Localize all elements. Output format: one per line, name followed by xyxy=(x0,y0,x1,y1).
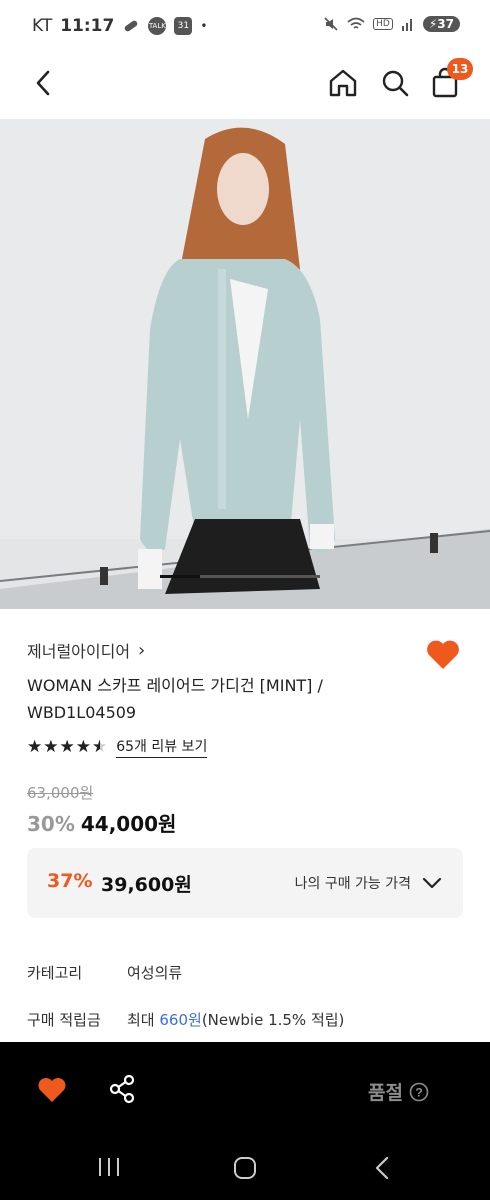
home-icon[interactable] xyxy=(326,66,360,100)
status-right: HD ⚡37 xyxy=(323,16,460,32)
sale-price: 44,000원 xyxy=(80,812,177,836)
link-icon xyxy=(125,20,138,32)
clock: 11:17 xyxy=(60,16,115,36)
hd-icon: HD xyxy=(373,18,393,30)
mute-icon xyxy=(324,17,338,31)
product-name: WOMAN 스카프 레이어드 가디건 [MINT] / WBD1L04509 xyxy=(27,676,323,722)
points-amount: 660원 xyxy=(159,1011,202,1029)
soldout-text: 품절 xyxy=(368,1082,403,1104)
favorite-heart-icon[interactable] xyxy=(424,636,462,672)
battery-indicator: ⚡37 xyxy=(422,16,460,32)
category-row: 카테고리 여성의류 xyxy=(27,962,182,983)
help-icon[interactable]: ? xyxy=(409,1082,429,1102)
star-rating: ★★★★★ ★★★★★ xyxy=(27,737,109,757)
original-price: 63,000원 xyxy=(27,784,94,802)
notification-dot: • xyxy=(200,19,208,33)
my-price-label: 나의 구매 가능 가격 xyxy=(294,876,411,892)
heart-icon[interactable] xyxy=(36,1074,68,1104)
battery-level: 37 xyxy=(437,17,454,31)
system-nav-bar xyxy=(0,1136,490,1200)
product-photo xyxy=(0,119,490,609)
back-chevron-icon[interactable] xyxy=(372,1154,392,1182)
rating-row: ★★★★★ ★★★★★ 65개 리뷰 보기 xyxy=(27,736,208,758)
category-value: 여성의류 xyxy=(127,964,183,982)
talk-icon: TALK xyxy=(148,17,167,35)
home-circle-icon[interactable] xyxy=(232,1155,258,1181)
discount-rate: 30% xyxy=(27,812,75,836)
bottom-action-bar: 품절 ? xyxy=(0,1042,490,1136)
brand-link[interactable]: 제너럴아이디어 › xyxy=(27,638,145,662)
brand-name: 제너럴아이디어 xyxy=(27,642,131,661)
svg-text:?: ? xyxy=(415,1085,422,1099)
product-image-carousel[interactable] xyxy=(0,119,490,609)
my-price: 39,600원 xyxy=(101,874,192,896)
points-row: 구매 적립금 최대 660원(Newbie 1.5% 적립) xyxy=(27,1009,344,1030)
my-price-box[interactable]: 37% 39,600원 나의 구매 가능 가격 xyxy=(27,848,463,918)
star-rating-fill: ★★★★★ xyxy=(27,737,100,757)
recent-apps-icon[interactable] xyxy=(96,1156,122,1178)
signal-icon xyxy=(401,19,412,31)
back-icon[interactable] xyxy=(30,66,58,100)
soldout-label: 품절 ? xyxy=(368,1078,429,1105)
category-key: 카테고리 xyxy=(27,964,83,982)
chevron-down-icon xyxy=(422,877,442,889)
status-bar: KT 11:17 TALK 31 • HD ⚡37 xyxy=(0,0,490,52)
price-row: 30% 44,000원 xyxy=(27,808,176,837)
calendar-icon: 31 xyxy=(174,17,193,35)
top-nav xyxy=(0,52,490,118)
chevron-right-icon: › xyxy=(138,639,146,661)
cart-count-badge: 13 xyxy=(447,58,473,80)
share-icon[interactable] xyxy=(108,1074,136,1104)
carrier: KT xyxy=(32,16,53,36)
review-link[interactable]: 65개 리뷰 보기 xyxy=(116,736,208,758)
status-left: KT 11:17 TALK 31 • xyxy=(32,16,207,36)
my-discount-rate: 37% xyxy=(47,870,93,892)
points-value: 최대 660원(Newbie 1.5% 적립) xyxy=(127,1011,345,1029)
search-icon[interactable] xyxy=(378,66,412,100)
wifi-icon xyxy=(347,17,365,29)
points-key: 구매 적립금 xyxy=(27,1011,101,1029)
